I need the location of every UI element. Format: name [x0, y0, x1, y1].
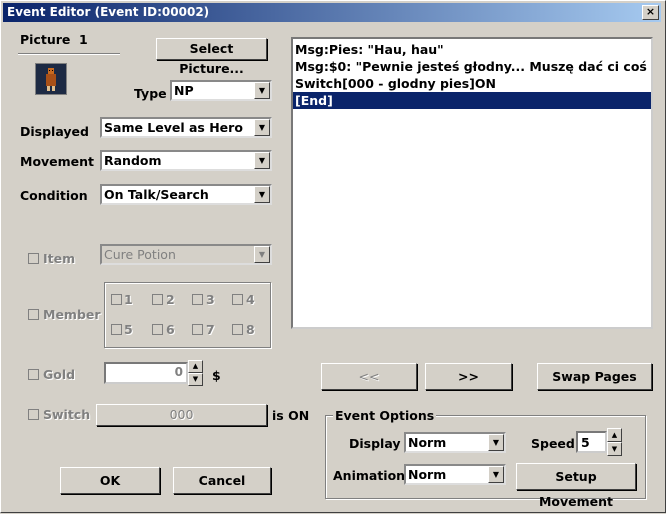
switch-select-button[interactable]: 000 — [96, 404, 267, 426]
switch-checkbox[interactable] — [28, 409, 39, 420]
picture-divider — [18, 53, 120, 55]
type-select[interactable]: NP ▼ — [170, 80, 272, 101]
arrow-down-icon: ▼ — [192, 375, 199, 383]
chevron-down-icon: ▼ — [254, 82, 270, 99]
picture-number: 1 — [79, 32, 88, 47]
displayed-label: Displayed — [20, 124, 89, 139]
gold-value: 0 — [174, 365, 183, 379]
displayed-select[interactable]: Same Level as Hero ▼ — [100, 117, 272, 138]
member-checkbox-6[interactable] — [152, 324, 163, 335]
close-button[interactable]: × — [642, 5, 659, 20]
item-value: Cure Potion — [104, 247, 176, 262]
movement-value: Random — [104, 153, 162, 168]
type-label: Type — [134, 86, 167, 101]
member-slot-label: 7 — [206, 322, 215, 337]
member-slot-label: 2 — [166, 292, 175, 307]
next-page-button[interactable]: >> — [425, 363, 512, 390]
dog-sprite-icon — [46, 68, 56, 91]
switch-suffix: is ON — [272, 408, 310, 423]
member-checkbox-1[interactable] — [111, 294, 122, 305]
event-commands-list[interactable]: Msg:Pies: "Hau, hau" Msg:$0: "Pewnie jes… — [291, 37, 653, 329]
gold-spin-down[interactable]: ▼ — [188, 373, 203, 386]
setup-movement-button[interactable]: Setup Movement — [516, 463, 636, 509]
list-item-selected[interactable]: [End] — [293, 92, 651, 109]
gold-unit: $ — [212, 368, 221, 383]
member-slot-label: 1 — [124, 292, 133, 307]
movement-label: Movement — [20, 154, 95, 169]
animation-select[interactable]: Norm ▼ — [404, 464, 506, 485]
ok-button[interactable]: OK — [60, 467, 160, 494]
display-label: Display — [349, 436, 401, 451]
displayed-value: Same Level as Hero — [104, 120, 243, 135]
picture-label: Picture — [20, 32, 71, 47]
member-slot-label: 3 — [206, 292, 215, 307]
member-slot-label: 5 — [124, 322, 133, 337]
speed-spin-down[interactable]: ▼ — [607, 442, 622, 456]
event-editor-window: Event Editor (Event ID:00002) × Picture … — [0, 0, 666, 513]
member-slot-label: 8 — [246, 322, 255, 337]
select-picture-button[interactable]: Select Picture... — [156, 38, 267, 76]
condition-select[interactable]: On Talk/Search ▼ — [100, 184, 272, 205]
arrow-up-icon: ▲ — [192, 362, 199, 370]
member-checkbox-7[interactable] — [192, 324, 203, 335]
list-item[interactable]: Msg:$0: "Pewnie jesteś głodny... Muszę d… — [293, 58, 651, 75]
cancel-button[interactable]: Cancel — [173, 467, 271, 494]
event-options-title: Event Options — [333, 408, 437, 423]
speed-label: Speed — [531, 436, 575, 451]
speed-input[interactable] — [576, 431, 607, 453]
close-icon: × — [645, 5, 656, 18]
item-select[interactable]: Cure Potion ▼ — [100, 244, 272, 265]
swap-pages-button[interactable]: Swap Pages — [537, 363, 652, 390]
item-label: Item — [43, 251, 76, 266]
chevron-down-icon: ▼ — [254, 119, 270, 136]
list-item[interactable]: Switch[000 - glodny pies]ON — [293, 75, 651, 92]
member-checkbox-3[interactable] — [192, 294, 203, 305]
condition-label: Condition — [20, 188, 88, 203]
type-value: NP — [174, 83, 194, 98]
member-checkbox-4[interactable] — [232, 294, 243, 305]
arrow-up-icon: ▲ — [611, 431, 618, 439]
chevron-down-icon: ▼ — [488, 466, 504, 483]
display-select[interactable]: Norm ▼ — [404, 432, 506, 453]
condition-value: On Talk/Search — [104, 187, 209, 202]
movement-select[interactable]: Random ▼ — [100, 150, 272, 171]
member-checkbox[interactable] — [28, 309, 39, 320]
member-checkbox-8[interactable] — [232, 324, 243, 335]
chevron-down-icon: ▼ — [254, 152, 270, 169]
switch-label: Switch — [43, 407, 91, 422]
chevron-down-icon: ▼ — [254, 186, 270, 203]
member-slot-label: 4 — [246, 292, 255, 307]
member-slot-label: 6 — [166, 322, 175, 337]
display-value: Norm — [408, 435, 447, 450]
list-item[interactable]: Msg:Pies: "Hau, hau" — [293, 41, 651, 58]
member-checkbox-2[interactable] — [152, 294, 163, 305]
window-title: Event Editor (Event ID:00002) — [7, 5, 210, 19]
animation-value: Norm — [408, 467, 447, 482]
chevron-down-icon: ▼ — [254, 246, 270, 263]
member-checkbox-5[interactable] — [111, 324, 122, 335]
title-bar: Event Editor (Event ID:00002) × — [3, 3, 661, 22]
gold-spin-up[interactable]: ▲ — [188, 360, 203, 373]
item-checkbox[interactable] — [28, 253, 39, 264]
prev-page-button[interactable]: << — [321, 363, 417, 390]
arrow-down-icon: ▼ — [611, 445, 618, 453]
animation-label: Animation — [333, 468, 406, 483]
gold-input[interactable]: 0 — [104, 362, 188, 384]
speed-spin-up[interactable]: ▲ — [607, 428, 622, 442]
member-label: Member — [43, 307, 101, 322]
gold-checkbox[interactable] — [28, 369, 39, 380]
gold-label: Gold — [43, 367, 76, 382]
event-sprite[interactable] — [35, 63, 67, 95]
chevron-down-icon: ▼ — [488, 434, 504, 451]
